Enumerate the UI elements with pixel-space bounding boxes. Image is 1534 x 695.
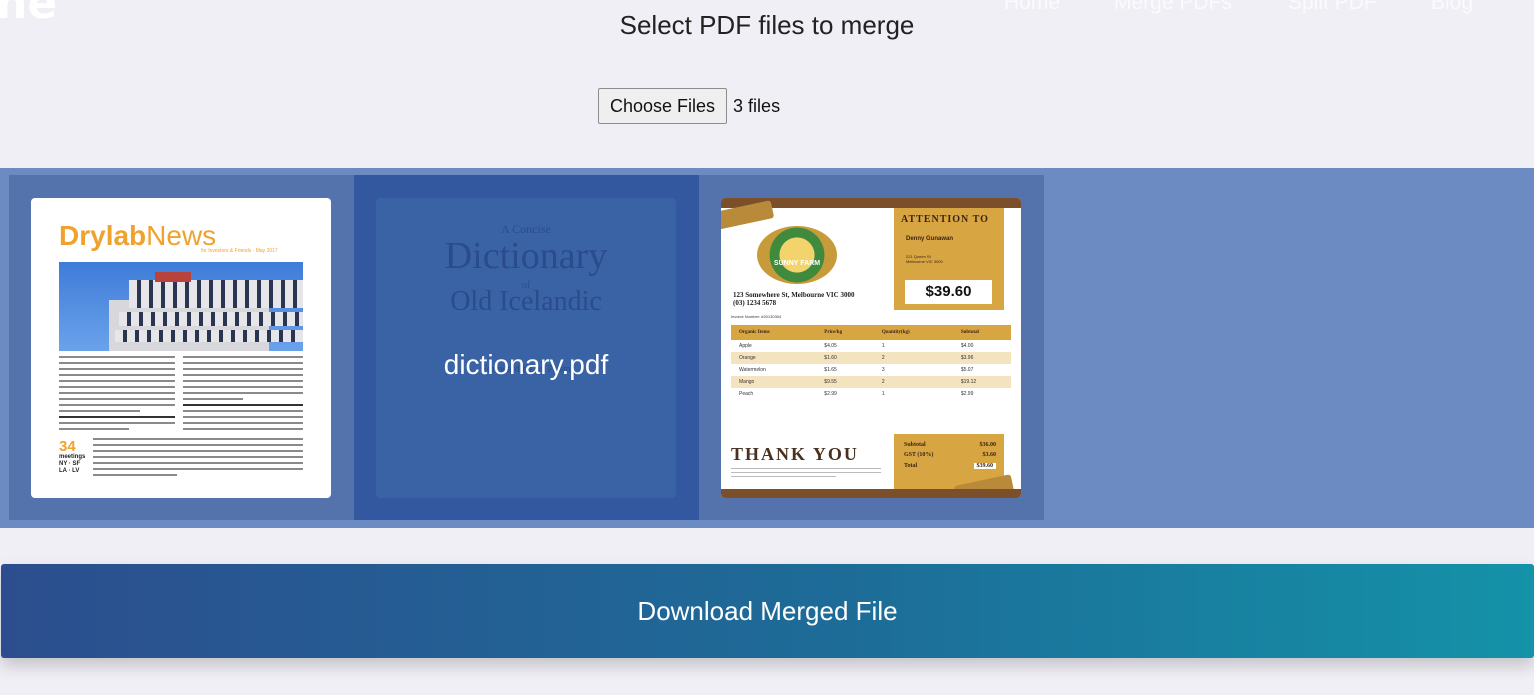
- download-merged-button[interactable]: Download Merged File: [1, 564, 1534, 658]
- partners-list: [93, 438, 303, 480]
- page-title: Select PDF files to merge: [619, 10, 915, 40]
- file-card-invoice[interactable]: ATTENTION TO Denny Gunawan 221 Queen St …: [699, 175, 1044, 520]
- file-name-label: dictionary.pdf: [443, 349, 609, 380]
- meetings-label: meetings NY · SF LA · LV: [59, 454, 86, 474]
- pdf-thumbnail: ATTENTION TO Denny Gunawan 221 Queen St …: [721, 198, 1021, 498]
- invoice-total: $39.60: [905, 280, 992, 304]
- farm-seal-icon: [757, 226, 837, 284]
- newsletter-brand: DrylabNews: [59, 220, 217, 251]
- pdf-thumbnail: A Concise Dictionary of Old Icelandic Fo…: [376, 198, 676, 498]
- pdf-thumbnail: DrylabNews for Investors & Friends · May…: [31, 198, 331, 498]
- file-card-newsletter[interactable]: DrylabNews for Investors & Friends · May…: [9, 175, 354, 520]
- file-preview-strip: DrylabNews for Investors & Friends · May…: [0, 168, 1534, 528]
- file-card-dictionary[interactable]: A Concise Dictionary of Old Icelandic Fo…: [354, 175, 699, 520]
- meetings-count: 34: [59, 438, 76, 455]
- file-input: Choose Files 3 files: [598, 88, 780, 124]
- newsletter-tagline: for Investors & Friends · May 2017: [201, 248, 278, 254]
- invoice-table: Organic Items Price/kg Quantity(kg) Subt…: [731, 325, 1011, 400]
- newsletter-column-right: [183, 356, 303, 434]
- file-count-status: 3 files: [733, 95, 781, 116]
- choose-files-button[interactable]: Choose Files: [598, 88, 728, 124]
- building-photo: [59, 262, 303, 351]
- newsletter-column-left: [59, 356, 175, 434]
- invoice-fine-print: [731, 468, 881, 481]
